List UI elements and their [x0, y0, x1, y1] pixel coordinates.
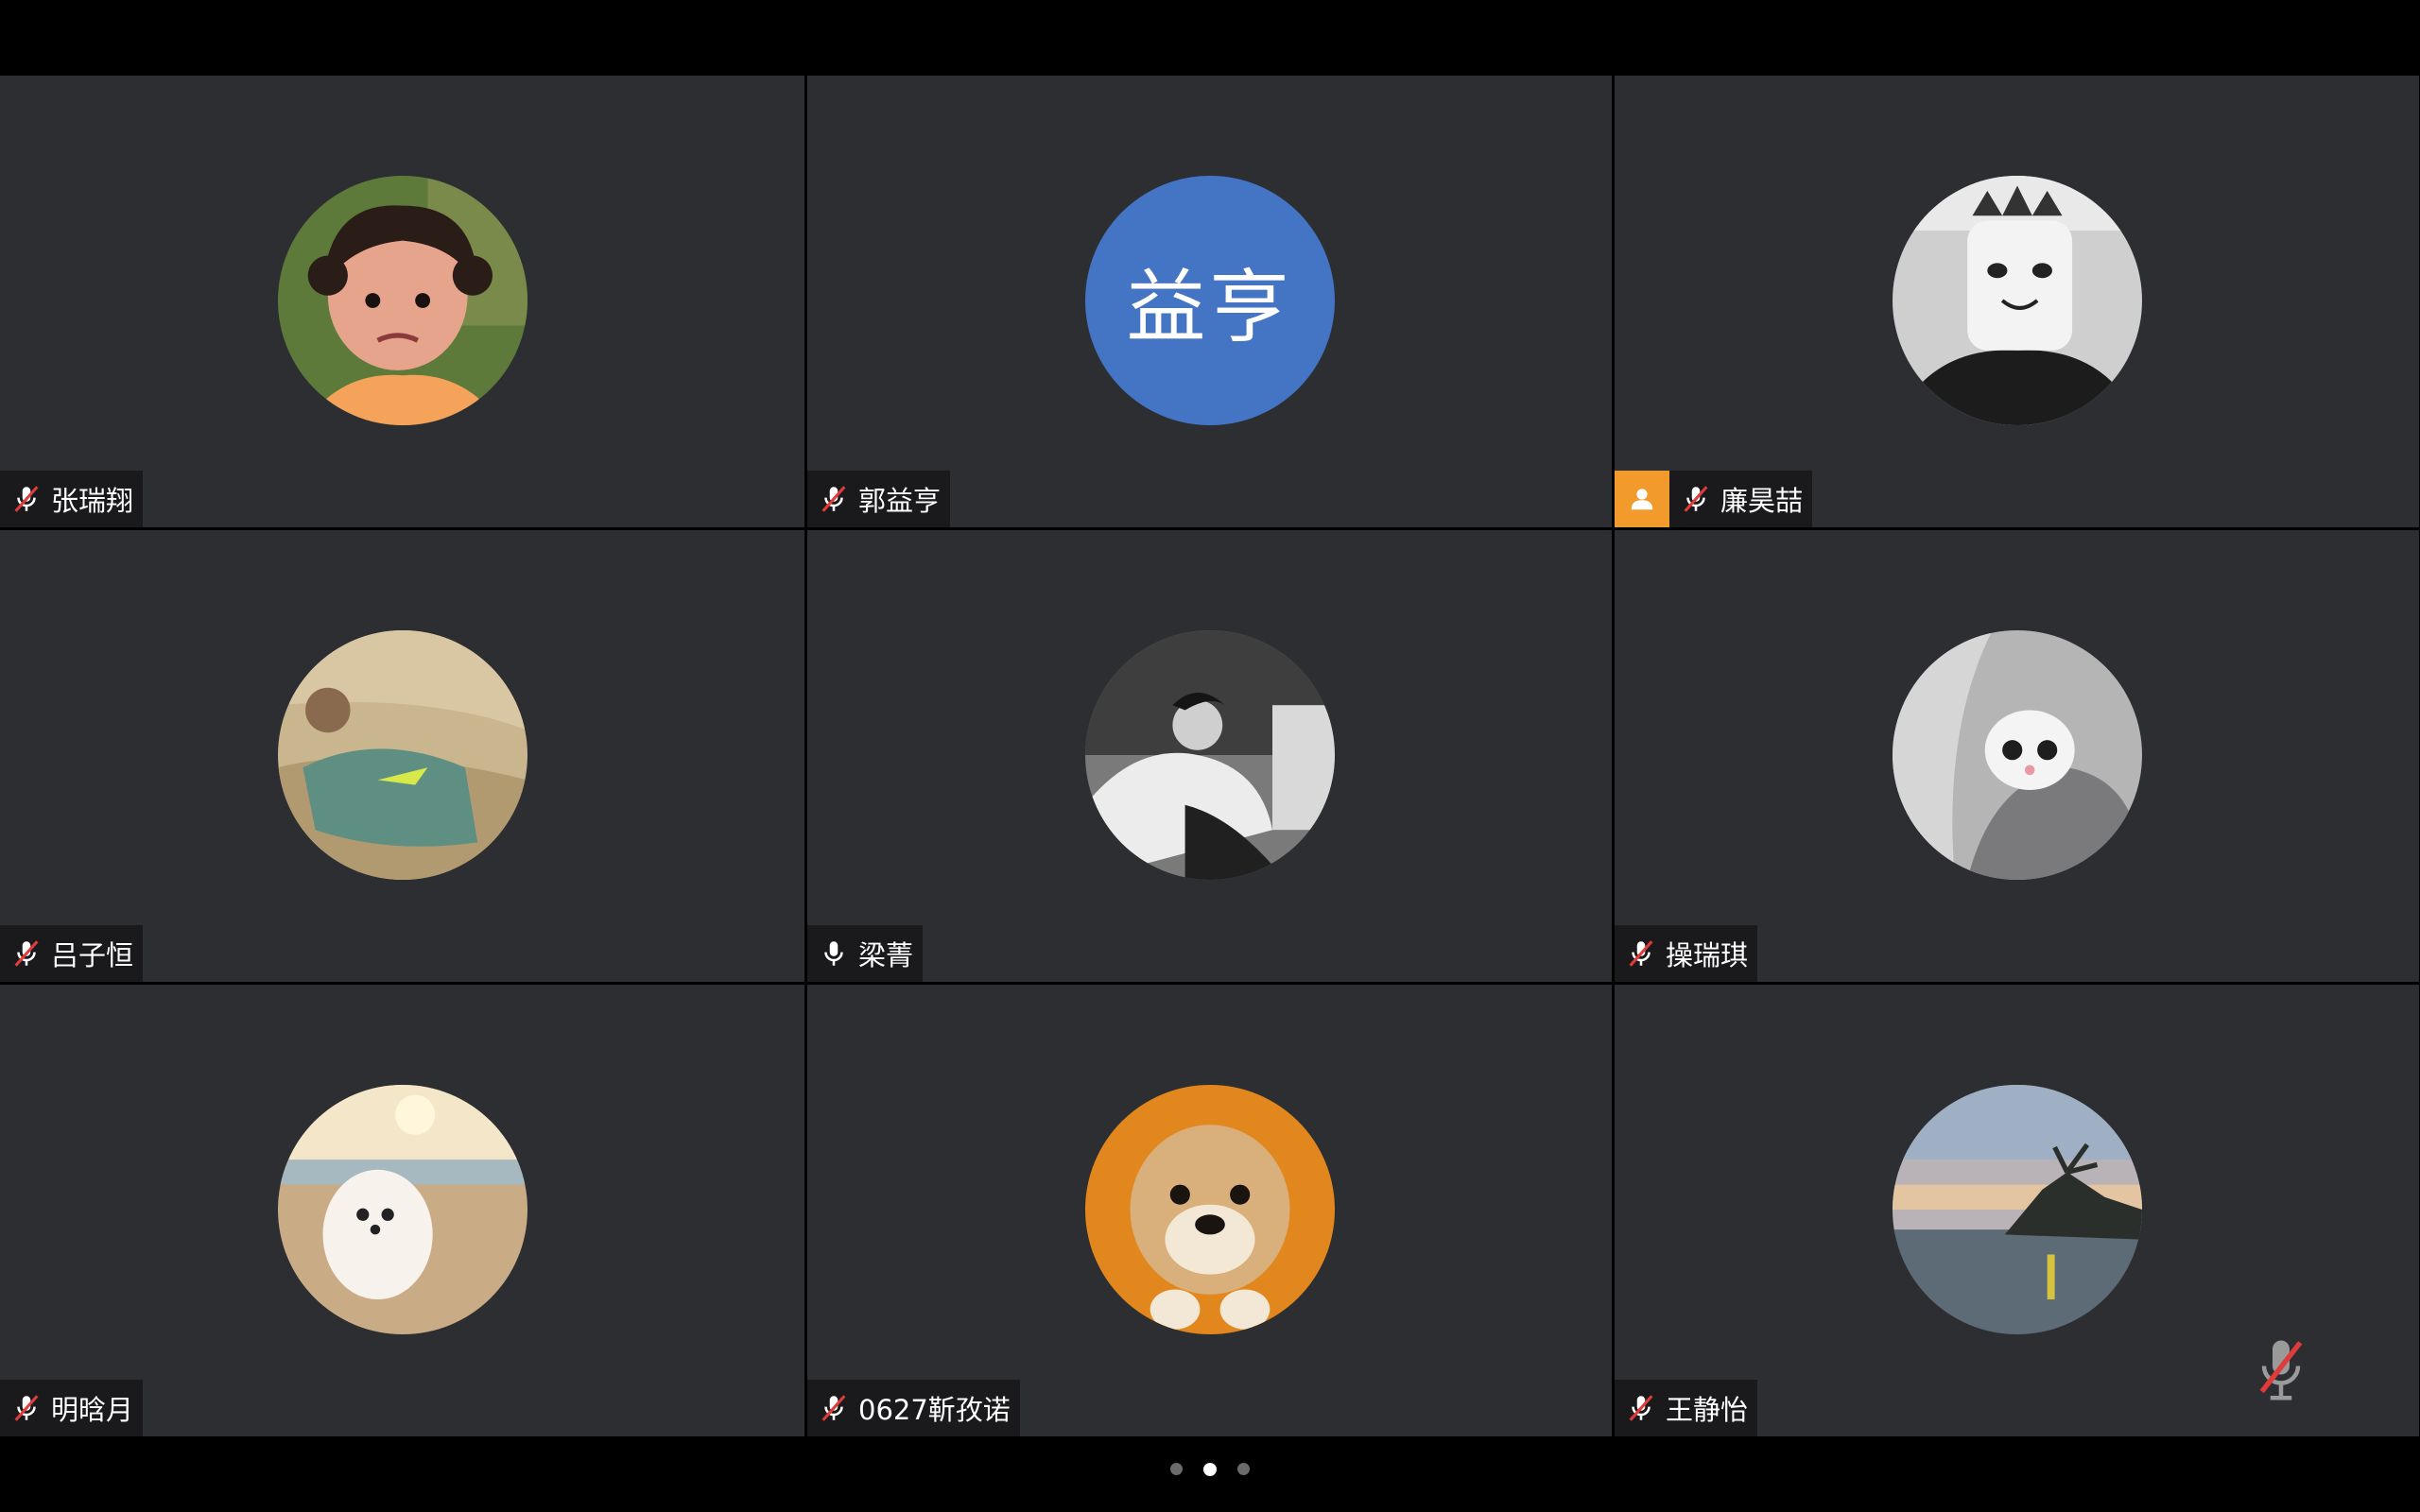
participant-tile[interactable]: 梁菁: [807, 530, 1612, 982]
bw-portrait-avatar: [1084, 630, 1335, 880]
self-mic-muted-icon[interactable]: [2255, 1336, 2308, 1404]
name-tag: 梁菁: [807, 925, 924, 982]
page-dot-active[interactable]: [1203, 1463, 1217, 1476]
participant-avatar: [1892, 176, 2142, 425]
participant-avatar: [1084, 1085, 1335, 1334]
name-tag: 张瑞翔: [0, 471, 144, 527]
participant-avatar: [1892, 1085, 2142, 1334]
participant-tile[interactable]: 廉昊喆: [1615, 76, 2419, 527]
participant-tile[interactable]: 益亨 郭益亨: [807, 76, 1612, 527]
participant-tile[interactable]: 王静怡: [1615, 985, 2419, 1436]
participant-name: 张瑞翔: [51, 485, 134, 517]
mic-muted-icon: [8, 935, 45, 972]
participant-name: 梁菁: [858, 939, 914, 971]
name-tag: 明晗月: [0, 1380, 144, 1436]
page-dot[interactable]: [1237, 1463, 1250, 1475]
participant-tile[interactable]: 操瑞琪: [1615, 530, 2419, 982]
host-badge: [1615, 471, 1669, 527]
participant-name: 操瑞琪: [1666, 939, 1749, 971]
mic-muted-icon: [8, 480, 45, 518]
participant-name: 0627靳孜诺: [858, 1394, 1011, 1426]
page-dot[interactable]: [1170, 1463, 1183, 1475]
mic-muted-icon: [1622, 1389, 1660, 1427]
participant-tile[interactable]: 明晗月: [0, 985, 804, 1436]
participant-name: 郭益亨: [858, 485, 942, 517]
mic-muted-icon: [8, 1389, 45, 1427]
mic-on-icon: [815, 935, 853, 972]
top-bar: [0, 0, 2420, 76]
mic-muted-icon: [815, 480, 853, 518]
person-icon: [1631, 489, 1653, 510]
participant-avatar: [277, 176, 527, 425]
participant-tile[interactable]: 吕子恒: [0, 530, 804, 982]
mic-muted-icon: [815, 1389, 853, 1427]
masked-person-avatar: [1892, 176, 2142, 425]
name-tag: 吕子恒: [0, 925, 144, 982]
participant-name: 明晗月: [51, 1394, 134, 1426]
name-tag: 廉昊喆: [1615, 471, 1813, 527]
shiba-puppy-avatar: [1084, 1085, 1335, 1334]
white-cat-avatar: [1892, 630, 2142, 880]
participant-avatar: [277, 1085, 527, 1334]
name-tag: 郭益亨: [807, 471, 951, 527]
participant-name: 王静怡: [1666, 1394, 1749, 1426]
reclining-man-avatar: [277, 630, 527, 880]
name-tag: 王静怡: [1615, 1380, 1758, 1436]
participant-avatar: [277, 630, 527, 880]
page-indicator[interactable]: [1170, 1463, 1250, 1476]
participant-name: 廉昊喆: [1720, 485, 1804, 517]
participant-avatar: [1084, 630, 1335, 880]
participant-name: 吕子恒: [51, 939, 134, 971]
girl-photo-avatar: [277, 176, 527, 425]
video-grid: 张瑞翔 益亨 郭益亨 廉昊喆 吕子恒 梁菁 操瑞琪 明晗月 0627靳孜诺 王静…: [0, 76, 2420, 1436]
initials-avatar: 益亨: [1084, 176, 1335, 425]
bottom-bar: [0, 1436, 2420, 1512]
participant-tile[interactable]: 0627靳孜诺: [807, 985, 1612, 1436]
participant-tile[interactable]: 张瑞翔: [0, 76, 804, 527]
white-dog-beach-avatar: [277, 1085, 527, 1334]
mic-muted-icon: [1677, 480, 1715, 518]
name-tag: 0627靳孜诺: [807, 1380, 1020, 1436]
name-tag: 操瑞琪: [1615, 925, 1758, 982]
mic-muted-icon: [1622, 935, 1660, 972]
seaside-sunset-avatar: [1892, 1085, 2142, 1334]
participant-avatar: [1892, 630, 2142, 880]
